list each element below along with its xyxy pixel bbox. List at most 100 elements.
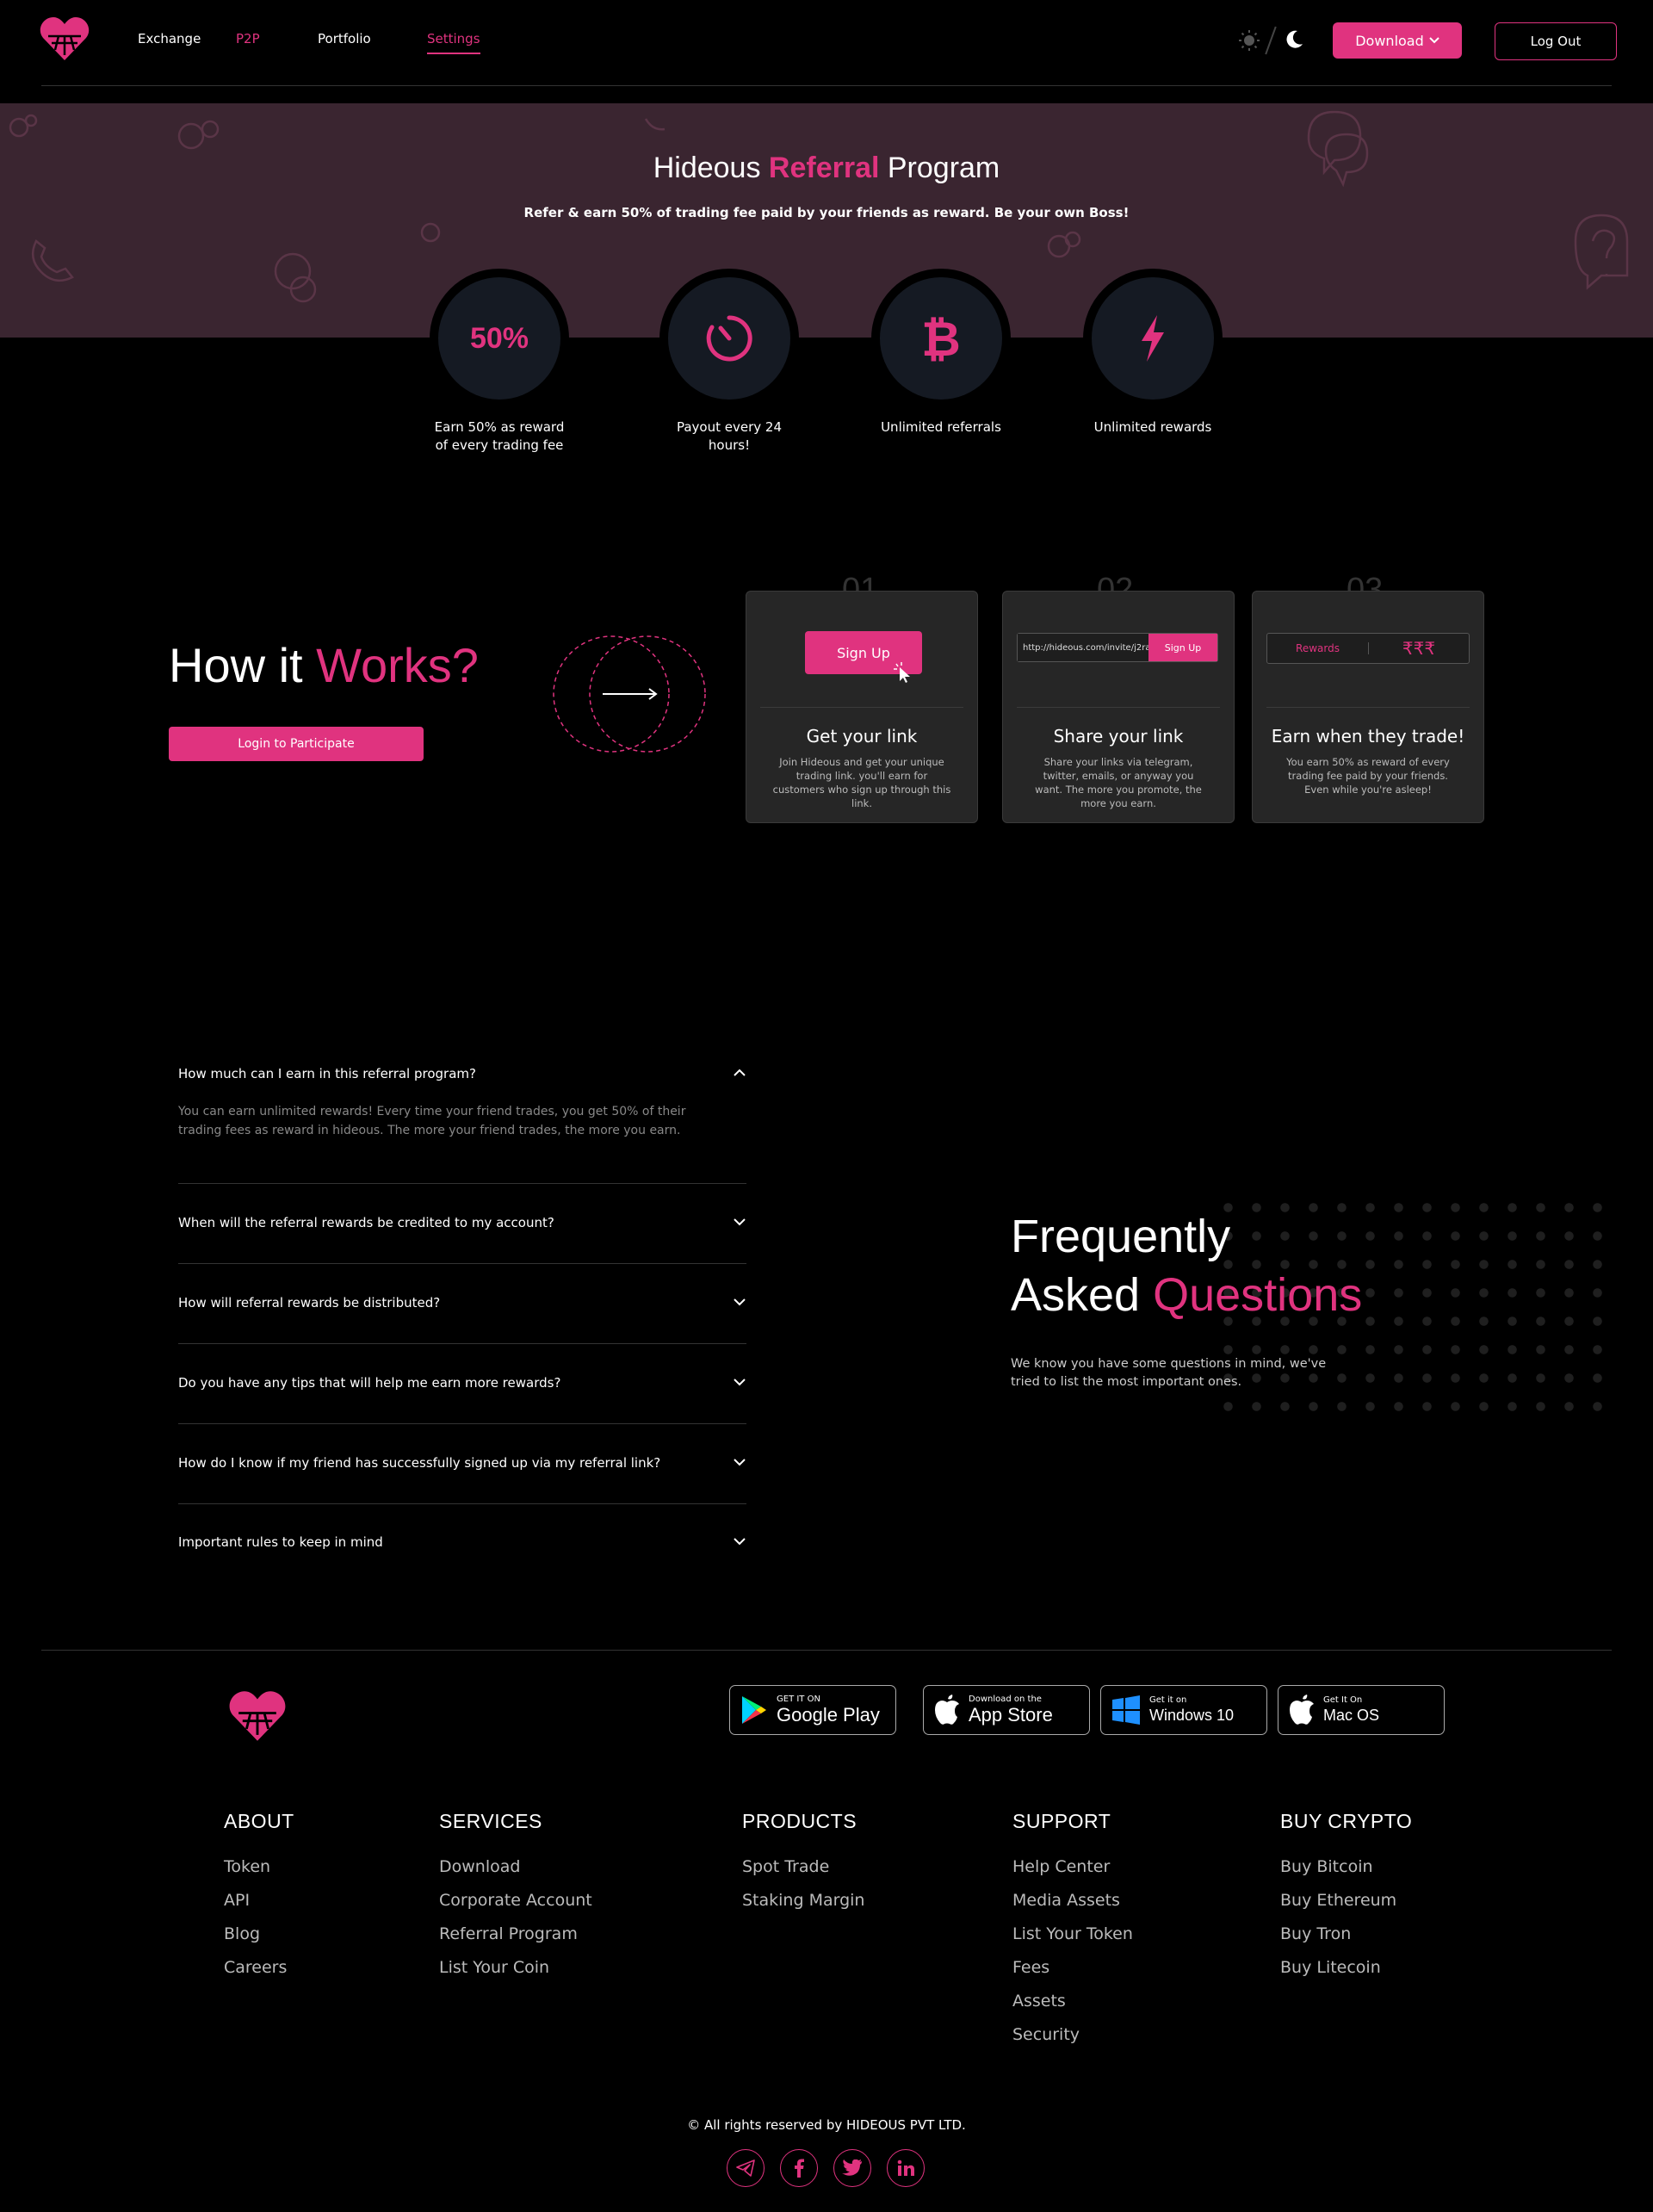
footer-column-title: SERVICES bbox=[439, 1810, 542, 1832]
chevron-down-icon[interactable] bbox=[733, 1295, 746, 1309]
step-description: You earn 50% as reward of every trading … bbox=[1286, 756, 1450, 796]
step-card-get-link: Sign Up Get your link Join Hideous and g… bbox=[746, 591, 978, 823]
twitter-button[interactable] bbox=[833, 2149, 871, 2187]
footer-link[interactable]: Token bbox=[224, 1857, 294, 1891]
faq-question[interactable]: How do I know if my friend has successfu… bbox=[178, 1455, 746, 1471]
chevron-down-icon[interactable] bbox=[733, 1375, 746, 1389]
faq-item[interactable]: Do you have any tips that will help me e… bbox=[178, 1375, 746, 1391]
nav-p2p[interactable]: P2P bbox=[236, 31, 260, 46]
chevron-down-icon[interactable] bbox=[733, 1455, 746, 1469]
feature-label: Earn 50% as reward of every trading fee bbox=[434, 419, 565, 453]
footer-link[interactable]: Buy Litecoin bbox=[1280, 1958, 1412, 1992]
faq-item[interactable]: When will the referral rewards be credit… bbox=[178, 1215, 746, 1230]
footer-link[interactable]: Corporate Account bbox=[439, 1891, 592, 1924]
store-small-text: Get It On bbox=[1323, 1695, 1363, 1705]
hero-band bbox=[0, 103, 1653, 338]
logo-heart-icon[interactable] bbox=[40, 15, 90, 62]
faq-divider bbox=[178, 1423, 746, 1424]
app-store-button[interactable]: Download on the App Store bbox=[923, 1685, 1090, 1735]
footer-column-title: BUY CRYPTO bbox=[1280, 1810, 1413, 1832]
chevron-up-icon[interactable] bbox=[733, 1066, 746, 1080]
step-description: Share your links via telegram, twitter, … bbox=[1035, 756, 1202, 809]
footer-link[interactable]: List Your Coin bbox=[439, 1958, 592, 1992]
top-nav: Exchange P2P Portfolio Settings Download… bbox=[0, 0, 1653, 86]
footer-link[interactable]: Buy Ethereum bbox=[1280, 1891, 1412, 1924]
moon-icon[interactable] bbox=[1283, 28, 1305, 51]
step-description: Join Hideous and get your unique trading… bbox=[772, 756, 951, 809]
telegram-icon bbox=[736, 2159, 755, 2177]
nav-portfolio[interactable]: Portfolio bbox=[318, 31, 371, 46]
login-to-participate-button[interactable]: Login to Participate bbox=[169, 727, 424, 761]
faq-question[interactable]: How will referral rewards be distributed… bbox=[178, 1295, 746, 1310]
faq-subtitle: We know you have some questions in mind,… bbox=[1011, 1357, 1327, 1389]
hero-title-highlight: Referral bbox=[768, 152, 880, 184]
footer-logo-heart-icon[interactable] bbox=[227, 1689, 288, 1743]
store-small-text: Get it on bbox=[1149, 1695, 1187, 1705]
google-play-icon bbox=[742, 1696, 766, 1724]
footer-link[interactable]: Buy Bitcoin bbox=[1280, 1857, 1412, 1891]
footer-link[interactable]: Help Center bbox=[1012, 1857, 1133, 1891]
card-divider bbox=[1266, 707, 1470, 708]
footer-link[interactable]: Assets bbox=[1012, 1992, 1133, 2025]
footer-column-title: ABOUT bbox=[224, 1810, 294, 1832]
footer-column-support: SUPPORT Help Center Media Assets List Yo… bbox=[1012, 1810, 1133, 2059]
faq-question[interactable]: How much can I earn in this referral pro… bbox=[178, 1066, 746, 1081]
step-title: Get your link bbox=[806, 726, 918, 747]
faq-title-highlight: Questions bbox=[1153, 1269, 1363, 1321]
footer-link[interactable]: Blog bbox=[224, 1924, 294, 1958]
feature-label: Unlimited rewards bbox=[1093, 419, 1212, 435]
referral-link-field[interactable]: http://hideous.com/invite/j2rag Sign Up bbox=[1017, 633, 1218, 662]
facebook-button[interactable] bbox=[780, 2149, 818, 2187]
chevron-down-icon[interactable] bbox=[733, 1534, 746, 1548]
faq-item[interactable]: How will referral rewards be distributed… bbox=[178, 1295, 746, 1310]
footer-link[interactable]: Fees bbox=[1012, 1958, 1133, 1992]
faq-question[interactable]: Important rules to keep in mind bbox=[178, 1534, 746, 1550]
telegram-button[interactable] bbox=[727, 2149, 765, 2187]
feature-reward: 50% Earn 50% as reward of every trading … bbox=[427, 269, 572, 455]
nav-settings[interactable]: Settings bbox=[427, 31, 480, 54]
sun-icon[interactable] bbox=[1238, 29, 1260, 52]
faq-item[interactable]: Important rules to keep in mind bbox=[178, 1534, 746, 1550]
card-divider bbox=[760, 707, 963, 708]
lightning-icon bbox=[1142, 315, 1164, 362]
feature-referrals: ₿ Unlimited referrals bbox=[869, 269, 1013, 437]
footer-link[interactable]: Referral Program bbox=[439, 1924, 592, 1958]
faq-question[interactable]: Do you have any tips that will help me e… bbox=[178, 1375, 746, 1391]
twitter-icon bbox=[842, 2159, 862, 2176]
hero-pattern bbox=[9, 110, 1629, 303]
signup-button-small[interactable]: Sign Up bbox=[1148, 634, 1217, 661]
card-divider bbox=[1017, 707, 1220, 708]
nav-exchange[interactable]: Exchange bbox=[138, 31, 201, 46]
mac-os-button[interactable]: Get It On Mac OS bbox=[1278, 1685, 1445, 1735]
footer-divider bbox=[41, 1650, 1612, 1651]
google-play-button[interactable]: GET IT ON Google Play bbox=[729, 1685, 896, 1735]
footer-link[interactable]: Download bbox=[439, 1857, 592, 1891]
linkedin-icon bbox=[897, 2159, 914, 2176]
how-title-prefix: How it bbox=[169, 638, 317, 692]
footer-link[interactable]: Careers bbox=[224, 1958, 294, 1992]
logout-button[interactable]: Log Out bbox=[1495, 22, 1617, 60]
footer-link[interactable]: Staking Margin bbox=[742, 1891, 864, 1924]
footer-link[interactable]: Media Assets bbox=[1012, 1891, 1133, 1924]
footer-link[interactable]: Buy Tron bbox=[1280, 1924, 1412, 1958]
footer-link[interactable]: Security bbox=[1012, 2025, 1133, 2059]
footer-link[interactable]: List Your Token bbox=[1012, 1924, 1133, 1958]
hero-subtitle: Refer & earn 50% of trading fee paid by … bbox=[523, 205, 1130, 220]
download-label: Download bbox=[1355, 32, 1424, 49]
faq-item[interactable]: How do I know if my friend has successfu… bbox=[178, 1455, 746, 1471]
timer-icon bbox=[706, 315, 752, 362]
faq-item[interactable]: How much can I earn in this referral pro… bbox=[178, 1066, 746, 1081]
chevron-down-icon[interactable] bbox=[733, 1215, 746, 1229]
linkedin-button[interactable] bbox=[887, 2149, 925, 2187]
nav-divider bbox=[41, 85, 1612, 86]
windows-store-button[interactable]: Get it on Windows 10 bbox=[1100, 1685, 1267, 1735]
hero-title: Hideous Referral Program bbox=[0, 152, 1653, 185]
download-button[interactable]: Download bbox=[1333, 22, 1462, 59]
copyright-text: © All rights reserved by HIDEOUS PVT LTD… bbox=[687, 2117, 966, 2133]
step-title: Share your link bbox=[1053, 726, 1184, 747]
footer-column-about: ABOUT Token API Blog Careers bbox=[224, 1810, 294, 1992]
faq-question[interactable]: When will the referral rewards be credit… bbox=[178, 1215, 746, 1230]
rupee-symbols: ₹₹₹ bbox=[1402, 638, 1436, 659]
footer-link[interactable]: Spot Trade bbox=[742, 1857, 864, 1891]
footer-link[interactable]: API bbox=[224, 1891, 294, 1924]
